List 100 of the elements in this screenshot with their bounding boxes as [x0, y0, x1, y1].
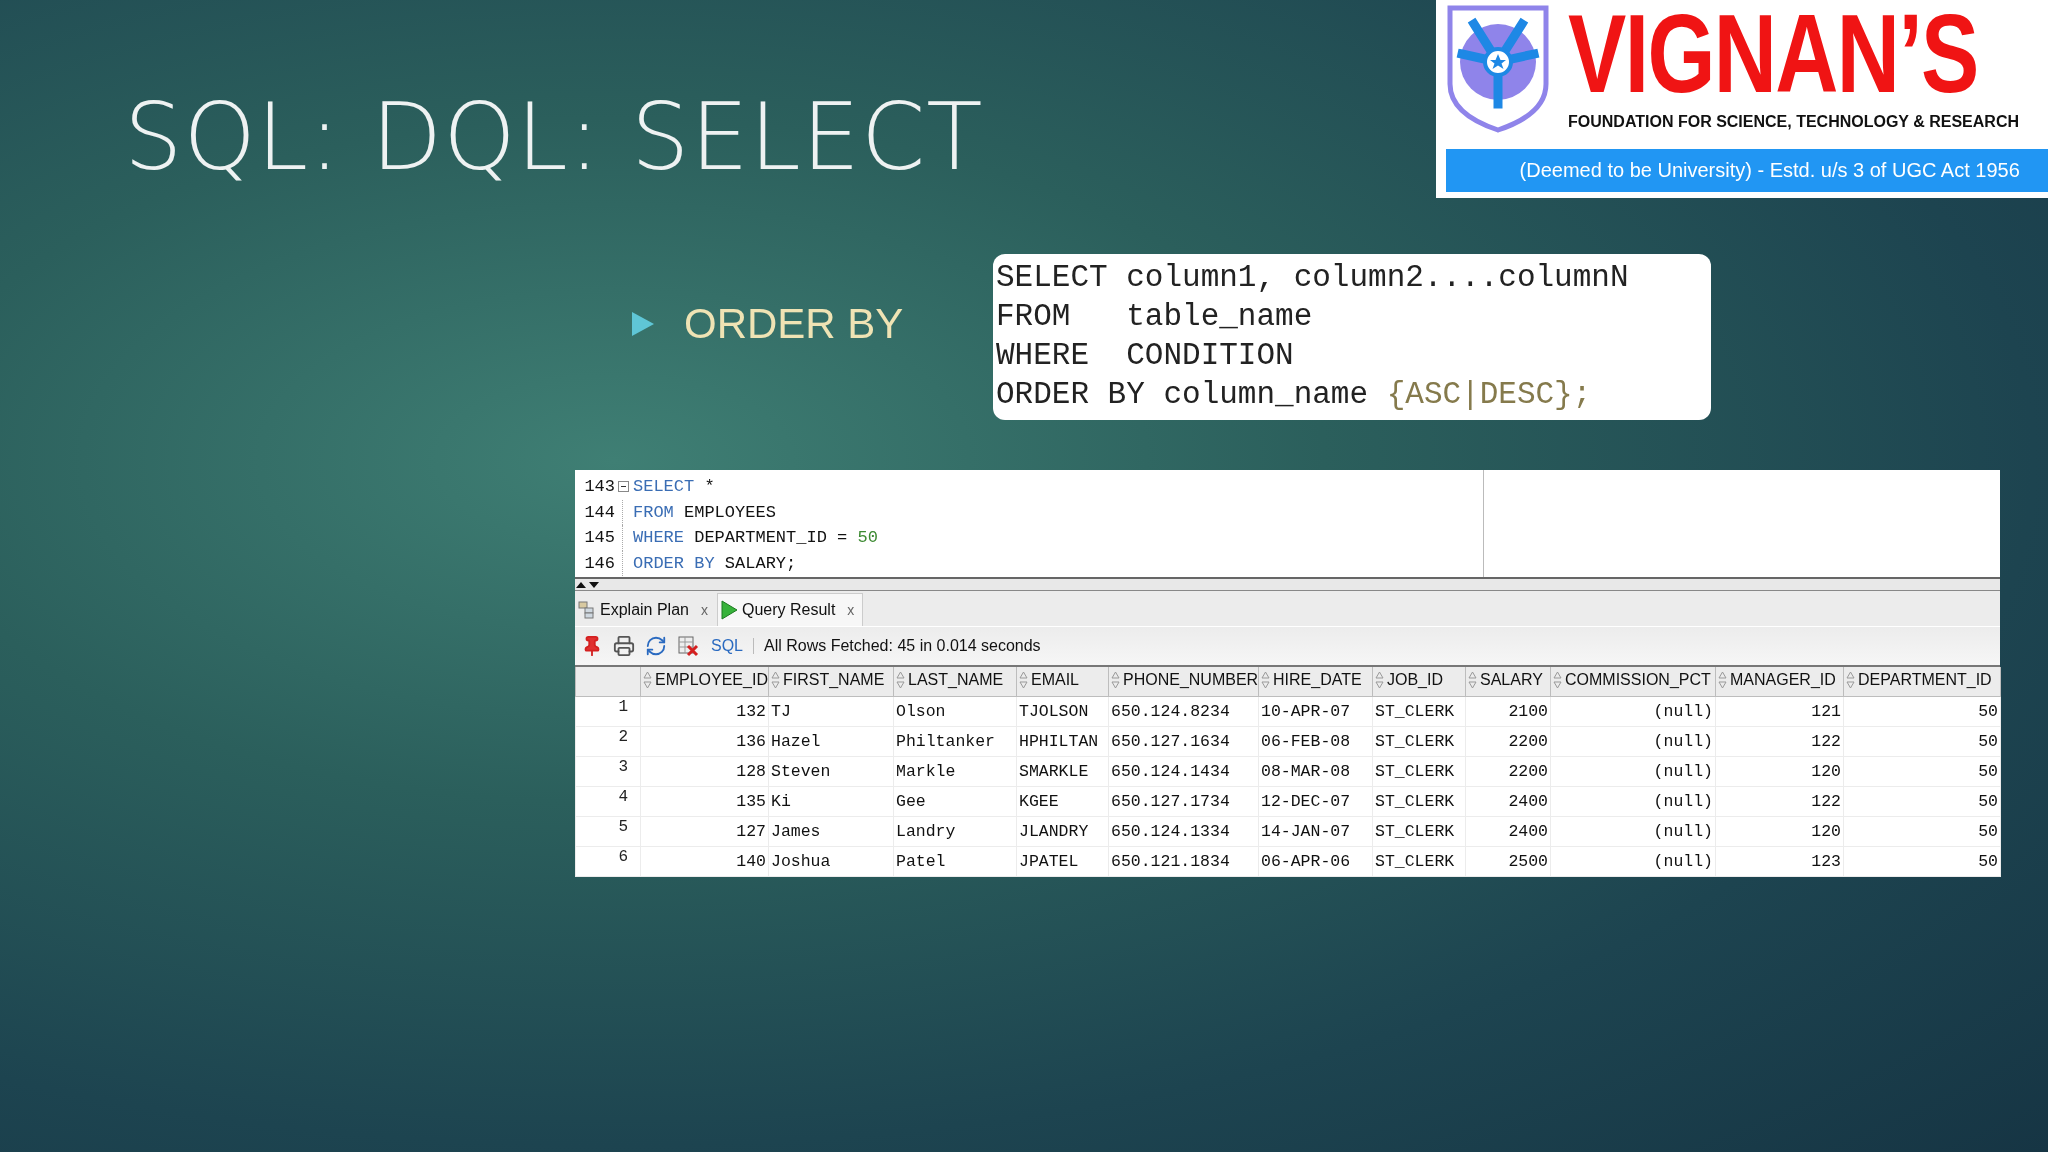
table-cell: 50 [1843, 786, 2001, 817]
table-cell: 2200 [1465, 756, 1551, 787]
table-cell: 06-FEB-08 [1258, 726, 1373, 757]
row-number: 1 [575, 696, 641, 727]
line-number: 144 [583, 501, 615, 524]
table-cell: (null) [1550, 756, 1716, 787]
delete-icon[interactable] [677, 635, 699, 657]
table-cell: 650.124.1334 [1108, 816, 1259, 847]
table-cell: 06-APR-06 [1258, 846, 1373, 877]
code-line: SELECT column1, column2....columnN [996, 259, 1630, 297]
table-cell: 650.127.1734 [1108, 786, 1259, 817]
table-cell: 2500 [1465, 846, 1551, 877]
sort-icon [1846, 670, 1855, 689]
shield-icon [1446, 4, 1550, 134]
table-cell: Olson [893, 696, 1017, 727]
table-cell: (null) [1550, 846, 1716, 877]
table-cell: 50 [1843, 696, 2001, 727]
sort-icon [771, 670, 780, 689]
table-cell: 140 [640, 846, 769, 877]
column-header[interactable]: EMPLOYEE_ID [640, 667, 769, 697]
sort-icon [896, 670, 905, 689]
table-cell: TJOLSON [1016, 696, 1109, 727]
column-header[interactable]: FIRST_NAME [768, 667, 894, 697]
play-icon [719, 600, 738, 620]
collapse-icon[interactable] [617, 481, 629, 493]
table-cell: 2400 [1465, 786, 1551, 817]
table-cell: 122 [1715, 726, 1844, 757]
column-header[interactable]: SALARY [1465, 667, 1551, 697]
tree-icon [578, 601, 596, 619]
table-cell: Gee [893, 786, 1017, 817]
code-line: ORDER BY column_name {ASC|DESC}; [996, 376, 1593, 414]
sort-icon [1468, 670, 1477, 689]
table-cell: 10-APR-07 [1258, 696, 1373, 727]
table-cell: Landry [893, 816, 1017, 847]
table-cell: 650.124.8234 [1108, 696, 1259, 727]
slide-title: SQL: DQL: SELECT [124, 92, 984, 184]
result-tab[interactable]: Explain Plan x [575, 593, 717, 626]
table-cell: Markle [893, 756, 1017, 787]
table-cell: 2200 [1465, 726, 1551, 757]
status-text: All Rows Fetched: 45 in 0.014 seconds [764, 637, 1041, 655]
sort-icon [1375, 670, 1384, 689]
table-cell: ST_CLERK [1372, 816, 1466, 847]
column-header[interactable]: EMAIL [1016, 667, 1109, 697]
column-header[interactable]: LAST_NAME [893, 667, 1017, 697]
column-header[interactable]: DEPARTMENT_ID [1843, 667, 2001, 697]
table-cell: Joshua [768, 846, 894, 877]
table-cell: 122 [1715, 786, 1844, 817]
table-cell: ST_CLERK [1372, 846, 1466, 877]
code-line: SELECT * [632, 477, 715, 497]
table-cell: (null) [1550, 816, 1716, 847]
table-cell: (null) [1550, 726, 1716, 757]
code-line: FROM EMPLOYEES [632, 502, 776, 522]
table-cell: SMARKLE [1016, 756, 1109, 787]
row-number: 2 [575, 726, 641, 757]
table-cell: 127 [640, 816, 769, 847]
column-header[interactable]: HIRE_DATE [1258, 667, 1373, 697]
table-cell: ST_CLERK [1372, 726, 1466, 757]
sort-icon [1553, 670, 1562, 689]
table-cell: 50 [1843, 846, 2001, 877]
line-number: 145 [583, 527, 615, 549]
column-header[interactable]: JOB_ID [1372, 667, 1466, 697]
table-cell: 50 [1843, 756, 2001, 787]
table-cell: 123 [1715, 846, 1844, 877]
table-cell: Patel [893, 846, 1017, 877]
row-number: 4 [575, 786, 641, 817]
table-cell: TJ [768, 696, 894, 727]
table-cell: 08-MAR-08 [1258, 756, 1373, 787]
code-line: FROM table_name [996, 298, 1314, 336]
column-header[interactable]: PHONE_NUMBER [1108, 667, 1259, 697]
table-cell: (null) [1550, 786, 1716, 817]
row-number: 3 [575, 756, 641, 787]
refresh-icon[interactable] [645, 635, 667, 657]
table-cell: Steven [768, 756, 894, 787]
column-header[interactable]: MANAGER_ID [1715, 667, 1844, 697]
table-cell: 121 [1715, 696, 1844, 727]
table-cell: 2100 [1465, 696, 1551, 727]
table-cell: 14-JAN-07 [1258, 816, 1373, 847]
sql-link[interactable]: SQL [711, 637, 743, 655]
table-cell: JPATEL [1016, 846, 1109, 877]
table-cell: Ki [768, 786, 894, 817]
table-cell: 650.124.1434 [1108, 756, 1259, 787]
code-line: WHERE CONDITION [996, 337, 1295, 375]
table-cell: ST_CLERK [1372, 756, 1466, 787]
table-cell: 12-DEC-07 [1258, 786, 1373, 817]
print-icon[interactable] [613, 635, 635, 657]
code-line: ORDER BY SALARY; [632, 553, 797, 573]
sort-icon [1111, 670, 1120, 689]
table-cell: 650.127.1634 [1108, 726, 1259, 757]
sort-icon [643, 670, 652, 689]
table-cell: 650.121.1834 [1108, 846, 1259, 877]
table-cell: 132 [640, 696, 769, 727]
logo-banner: (Deemed to be University) - Estd. u/s 3 of UGC Act 1956 [1446, 149, 2048, 192]
table-cell: Hazel [768, 726, 894, 757]
code-line: WHERE DEPARTMENT_ID = 50 [632, 528, 878, 548]
result-tab[interactable]: Query Result x [716, 593, 864, 626]
table-cell: 2400 [1465, 816, 1551, 847]
table-cell: 50 [1843, 816, 2001, 847]
table-cell: ST_CLERK [1372, 786, 1466, 817]
column-header[interactable]: COMMISSION_PCT [1550, 667, 1716, 697]
bullet-text: ORDER BY [684, 300, 904, 348]
